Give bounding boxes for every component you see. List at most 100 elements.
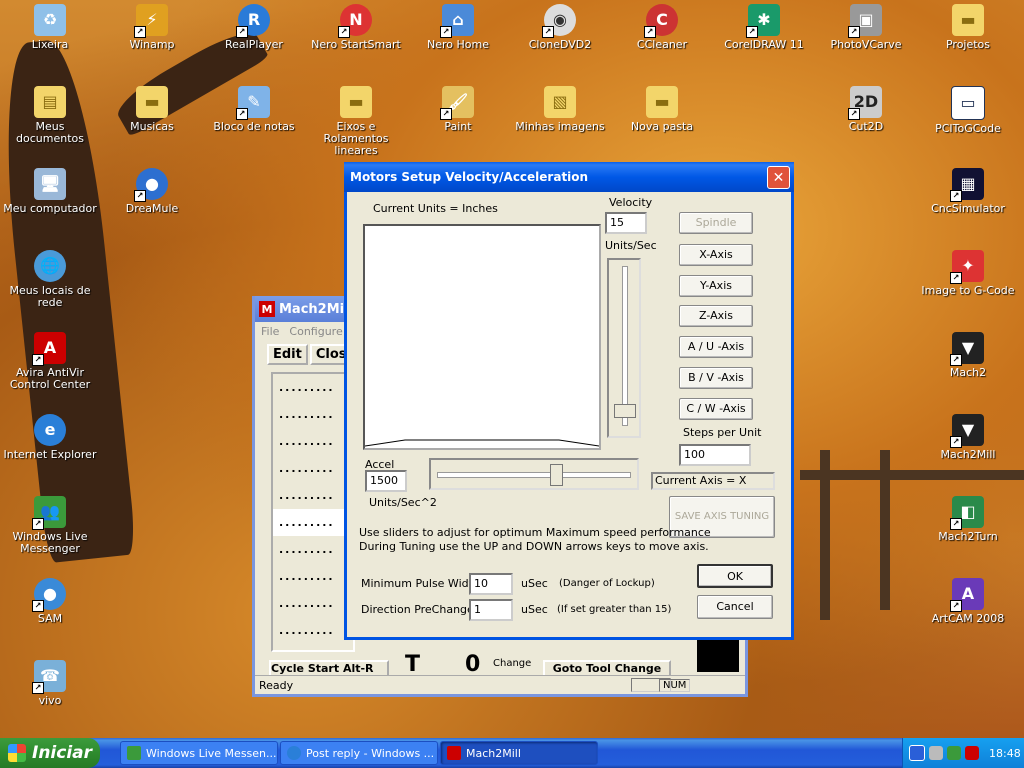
velocity-slider-thumb[interactable] [614,404,636,418]
list-item[interactable]: ......... [273,617,353,644]
a-u-axis-button[interactable]: A / U -Axis [679,336,753,358]
mach2mill-icon [447,746,461,760]
list-item[interactable]: ......... [273,455,353,482]
motors-setup-dialog[interactable]: Motors Setup Velocity/Acceleration ✕ Cur… [344,162,794,640]
taskbar-item-mach2mill[interactable]: Mach2Mill [440,741,598,765]
accel-input[interactable]: 1500 [365,470,407,492]
icon-label: Paint [444,120,472,133]
min-pulse-width-input[interactable]: 10 [469,573,513,595]
icon-label: Cut2D [848,120,884,133]
tool-number-display: 0 [465,652,481,677]
vivo-icon: ☎ ↗ [32,660,66,694]
image-to-gcode-icon: ✦ ↗ [950,250,984,284]
windows-logo-icon [8,744,26,762]
z-axis-button[interactable]: Z-Axis [679,305,753,327]
taskbar-item-messenger[interactable]: Windows Live Messen... [120,741,278,765]
desktop-icon-meus-documentos[interactable]: ▤ Meus documentos [2,86,98,145]
accel-slider-rail [437,472,631,478]
desktop-icon-winamp[interactable]: ⚡ ↗ Winamp [104,4,200,51]
desktop-icon-mach2turn[interactable]: ◧ ↗ Mach2Turn [920,496,1016,543]
direction-prechange-input[interactable]: 1 [469,599,513,621]
c-w-axis-button[interactable]: C / W -Axis [679,398,753,420]
icon-label: Avira AntiVir Control Center [9,366,91,391]
chevron-left-icon[interactable] [909,745,925,761]
y-axis-button[interactable]: Y-Axis [679,275,753,297]
mach2-icon: ▼ ↗ [950,332,984,366]
x-axis-button[interactable]: X-Axis [679,244,753,266]
list-item-selected[interactable]: ......... [273,509,353,536]
velocity-slider[interactable] [607,258,641,438]
desktop-icon-bloco-de-notas[interactable]: ✎ ↗ Bloco de notas [206,86,302,133]
close-icon[interactable]: ✕ [767,166,790,189]
artcam-icon: A ↗ [950,578,984,612]
list-item[interactable]: ......... [273,374,353,401]
desktop-icon-internet-explorer[interactable]: e Internet Explorer [2,414,98,461]
b-v-axis-button[interactable]: B / V -Axis [679,367,753,389]
icon-label: RealPlayer [225,38,283,51]
desktop-icon-vivo[interactable]: ☎ ↗ vivo [2,660,98,707]
menu-file[interactable]: File [261,325,279,338]
ok-button[interactable]: OK [697,564,773,588]
desktop-icon-paint[interactable]: 🖌 ↗ Paint [410,86,506,133]
list-item[interactable]: ......... [273,563,353,590]
desktop-icon-nova-pasta[interactable]: ▬ Nova pasta [614,86,710,133]
list-item[interactable]: ......... [273,428,353,455]
mach2mill-icon: ▼ ↗ [950,414,984,448]
desktop-icon-lixeira[interactable]: ♻ Lixeira [2,4,98,51]
desktop-icon-dreamule[interactable]: ● ↗ DreaMule [104,168,200,215]
desktop-icon-meus-locais-de-rede[interactable]: 🌐 Meus locais de rede [2,250,98,309]
desktop-icon-mach2mill[interactable]: ▼ ↗ Mach2Mill [920,414,1016,461]
taskbar-item-label: Post reply - Windows ... [306,746,435,760]
menu-configure[interactable]: Configure [289,325,342,338]
avira-tray-icon[interactable] [965,746,979,760]
start-button[interactable]: Iniciar [0,738,100,768]
desktop-icon-nero-startsmart[interactable]: N ↗ Nero StartSmart [308,4,404,51]
icon-label: CncSimulator [931,202,1005,215]
desktop-icon-nero-home[interactable]: ⌂ ↗ Nero Home [410,4,506,51]
mach2mill-code-list[interactable]: ......... ......... ......... ......... … [271,372,355,652]
desktop-icon-image-to-gcode[interactable]: ✦ ↗ Image to G-Code [920,250,1016,297]
desktop-icon-musicas[interactable]: ▬ Musicas [104,86,200,133]
desktop-icon-artcam[interactable]: A ↗ ArtCAM 2008 [920,578,1016,625]
cancel-button[interactable]: Cancel [697,595,773,619]
mach2mill-statusbar: Ready NUM [255,675,745,694]
desktop-icon-clonedvd2[interactable]: ◉ ↗ CloneDVD2 [512,4,608,51]
desktop-icon-ccleaner[interactable]: C ↗ CCleaner [614,4,710,51]
desktop-icon-avira[interactable]: A ↗ Avira AntiVir Control Center [2,332,98,391]
sam-icon: ● ↗ [32,578,66,612]
accel-slider[interactable] [429,458,639,490]
velocity-input[interactable]: 15 [605,212,647,234]
tool-t-label: T [405,652,421,677]
steps-per-unit-input[interactable]: 100 [679,444,751,466]
desktop-icon-projetos[interactable]: ▬ Projetos [920,4,1016,51]
desktop-icon-mach2[interactable]: ▼ ↗ Mach2 [920,332,1016,379]
clock[interactable]: 18:48 [989,747,1021,760]
accel-slider-thumb[interactable] [549,464,563,486]
avira-icon: A ↗ [32,332,66,366]
list-item[interactable]: ......... [273,401,353,428]
desktop-icon-photovcarve[interactable]: ▣ ↗ PhotoVCarve [818,4,914,51]
list-item[interactable]: ......... [273,536,353,563]
desktop-icon-realplayer[interactable]: R ↗ RealPlayer [206,4,302,51]
spindle-button[interactable]: Spindle [679,212,753,234]
desktop-icon-minhas-imagens[interactable]: ▧ Minhas imagens [512,86,608,133]
list-item[interactable]: ......... [273,590,353,617]
desktop-icon-sam[interactable]: ● ↗ SAM [2,578,98,625]
desktop-icon-coreldraw[interactable]: ✱ ↗ CorelDRAW 11 [716,4,812,51]
dialog-titlebar[interactable]: Motors Setup Velocity/Acceleration ✕ [344,162,794,192]
desktop-icon-meu-computador[interactable]: 🖥 Meu computador [2,168,98,215]
desktop-icon-cncsimulator[interactable]: ▦ ↗ CncSimulator [920,168,1016,215]
desktop-icon-eixos[interactable]: ▬ Eixos e Rolamentos lineares [308,86,404,157]
list-item[interactable]: ......... [273,482,353,509]
network-tray-icon[interactable] [929,746,943,760]
wallpaper-fence-post [820,450,830,620]
edit-button[interactable]: Edit [267,344,308,365]
icon-label: Eixos e Rolamentos lineares [323,120,389,157]
icon-label: Meus documentos [16,120,84,145]
mach2mill-black-panel [697,636,739,672]
messenger-tray-icon[interactable] [947,746,961,760]
desktop-icon-pcitogcode[interactable]: ▭ PCIToGCode [920,86,1016,135]
desktop-icon-windows-live-messenger[interactable]: 👥 ↗ Windows Live Messenger [2,496,98,555]
desktop-icon-cut2d[interactable]: 2D ↗ Cut2D [818,86,914,133]
taskbar-item-post-reply[interactable]: Post reply - Windows ... [280,741,438,765]
